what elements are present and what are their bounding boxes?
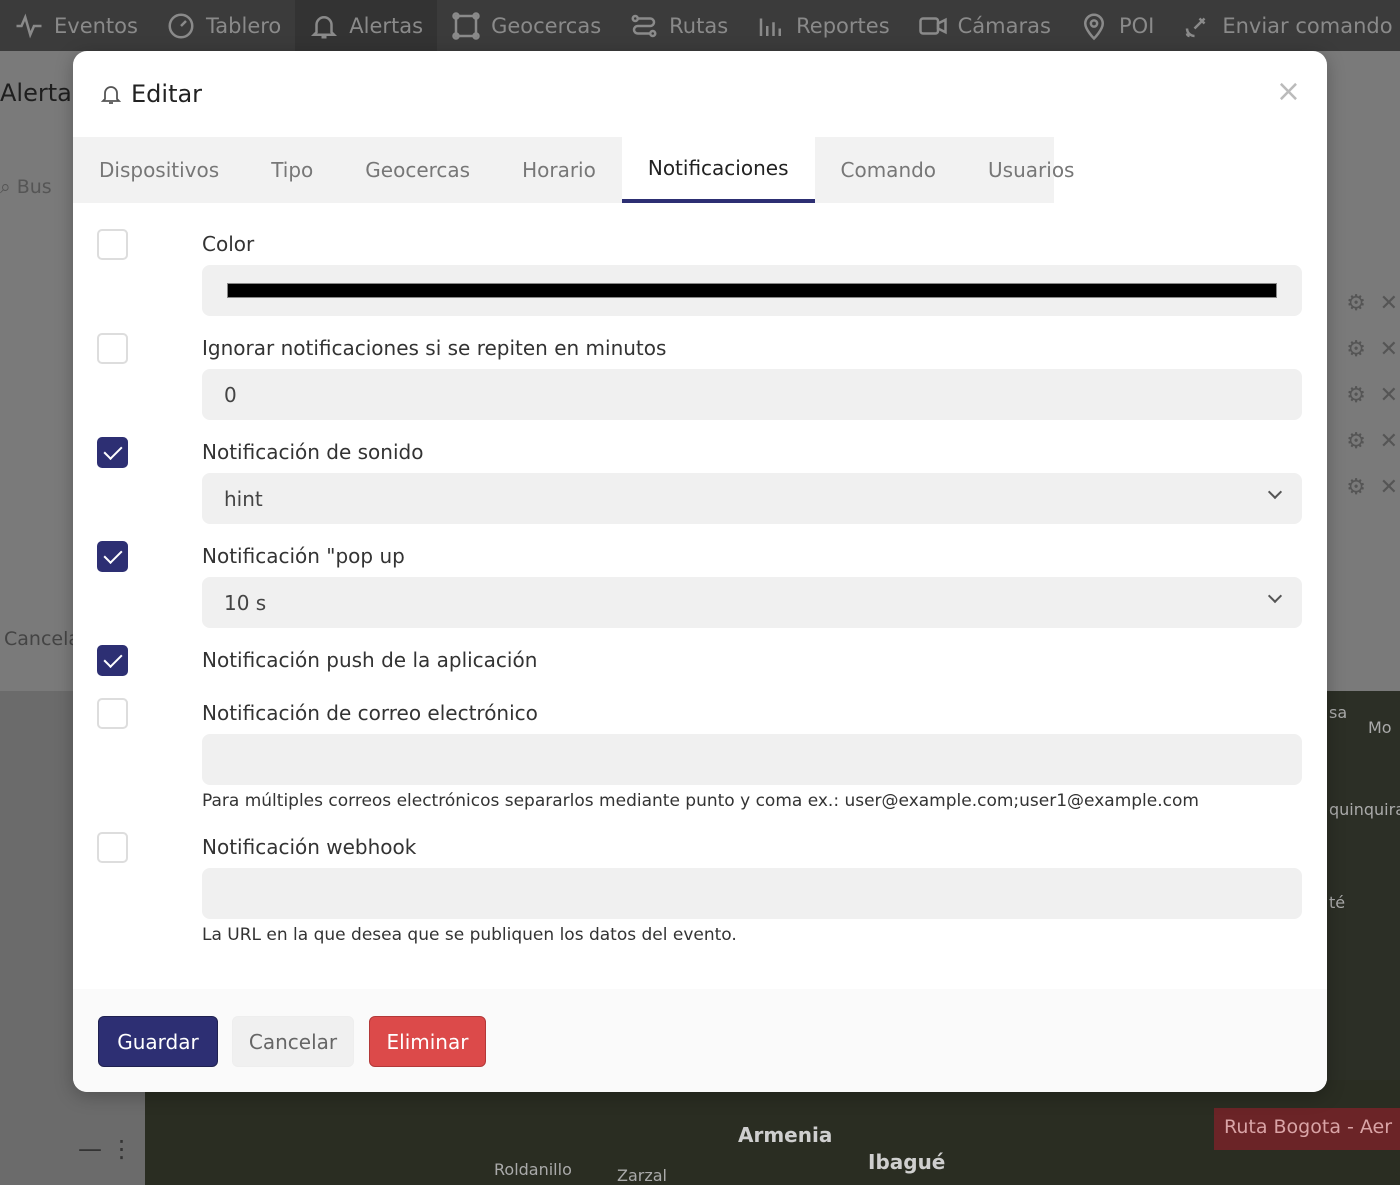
modal-footer: Guardar Cancelar Eliminar [73, 989, 1327, 1092]
map-label: Ibagué [868, 1150, 946, 1174]
close-icon[interactable]: ✕ [1380, 475, 1398, 500]
gear-icon[interactable]: ⚙ [1346, 337, 1366, 362]
gear-icon[interactable]: ⚙ [1346, 383, 1366, 408]
alerts-panel-title: Alerta [0, 79, 72, 107]
route-chip[interactable]: Ruta Bogota - Aer [1214, 1108, 1400, 1150]
push-checkbox[interactable] [97, 645, 128, 676]
route-icon [631, 14, 657, 37]
webhook-help-text: La URL en la que desea que se publiquen … [202, 925, 737, 945]
popup-checkbox[interactable] [97, 541, 128, 572]
edit-alert-modal: Editar × Dispositivos Tipo Geocercas Hor… [73, 51, 1327, 1092]
map-label: Mo [1368, 718, 1392, 737]
map-label: Zarzal [617, 1166, 667, 1185]
alerts-panel-cancel[interactable]: Cancela [4, 628, 80, 650]
email-input[interactable] [202, 734, 1302, 785]
push-label: Notificación push de la aplicación [202, 648, 538, 672]
sound-checkbox[interactable] [97, 437, 128, 468]
nav-item-geocercas[interactable]: Geocercas [437, 0, 615, 51]
email-label: Notificación de correo electrónico [202, 701, 538, 725]
modal-title: Editar [131, 80, 203, 108]
top-navigation: Eventos Tablero Alertas Geocercas Rutas … [0, 0, 1400, 51]
gear-icon[interactable]: ⚙ [1346, 429, 1366, 454]
map-pin-icon [1083, 13, 1104, 40]
camera-icon [918, 16, 947, 35]
gauge-icon [168, 13, 194, 38]
email-help-text: Para múltiples correos electrónicos sepa… [202, 791, 1199, 811]
popup-label: Notificación "pop up [202, 544, 405, 568]
tab-geocercas[interactable]: Geocercas [339, 137, 496, 203]
tab-comando[interactable]: Comando [815, 137, 963, 203]
save-button[interactable]: Guardar [98, 1016, 218, 1067]
search-icon: ⌕ [0, 176, 11, 198]
close-icon[interactable]: ✕ [1380, 383, 1398, 408]
modal-header: Editar × [73, 51, 1327, 137]
webhook-checkbox[interactable] [97, 832, 128, 863]
map-label: Armenia [738, 1123, 833, 1147]
modal-tabs: Dispositivos Tipo Geocercas Horario Noti… [73, 137, 1074, 203]
webhook-input[interactable] [202, 868, 1302, 919]
ignore-repeat-input[interactable]: 0 [202, 369, 1302, 420]
map-label: sa [1329, 703, 1348, 722]
popup-duration-select[interactable]: 10 s [202, 577, 1302, 628]
tab-notificaciones[interactable]: Notificaciones [621, 137, 815, 203]
color-swatch [227, 283, 1277, 298]
sound-select[interactable]: hint [202, 473, 1302, 524]
bell-icon [100, 86, 122, 104]
map-label: quinquira [1329, 800, 1400, 819]
bell-icon [311, 15, 338, 38]
bar-chart-icon [759, 18, 782, 36]
satellite-icon [1186, 17, 1206, 37]
nav-item-camaras[interactable]: Cámaras [904, 0, 1065, 51]
tab-tipo[interactable]: Tipo [245, 137, 339, 203]
ignore-repeat-checkbox[interactable] [97, 333, 128, 364]
delete-button[interactable]: Eliminar [369, 1016, 486, 1067]
gear-icon[interactable]: ⚙ [1346, 291, 1366, 316]
map-label: té [1329, 893, 1346, 912]
nav-item-alertas[interactable]: Alertas [295, 0, 438, 51]
popup-select-value: 10 s [224, 590, 267, 615]
close-icon[interactable]: ✕ [1380, 291, 1398, 316]
map-label: Roldanillo [494, 1160, 572, 1179]
chevron-down-icon [1267, 588, 1283, 604]
sound-label: Notificación de sonido [202, 440, 424, 464]
activity-icon [16, 13, 42, 38]
nav-item-reportes[interactable]: Reportes [742, 0, 903, 51]
cancel-button[interactable]: Cancelar [232, 1016, 354, 1067]
polygon-icon [452, 11, 480, 40]
gear-icon[interactable]: ⚙ [1346, 475, 1366, 500]
tab-usuarios[interactable]: Usuarios [962, 137, 1100, 203]
close-icon[interactable]: ✕ [1380, 429, 1398, 454]
alerts-search[interactable]: ⌕ Bus [0, 176, 52, 198]
color-label: Color [202, 232, 255, 256]
chevron-down-icon [1267, 484, 1283, 500]
close-icon[interactable]: ✕ [1380, 337, 1398, 362]
ignore-repeat-label: Ignorar notificaciones si se repiten en … [202, 336, 667, 360]
close-icon[interactable]: × [1276, 77, 1301, 107]
nav-item-poi[interactable]: POI [1065, 0, 1168, 51]
email-checkbox[interactable] [97, 698, 128, 729]
map-controls[interactable]: — ⋮ [78, 1135, 134, 1163]
webhook-label: Notificación webhook [202, 835, 417, 859]
color-picker[interactable] [202, 265, 1302, 316]
nav-item-eventos[interactable]: Eventos [0, 0, 152, 51]
sound-select-value: hint [224, 486, 263, 511]
nav-item-rutas[interactable]: Rutas [615, 0, 742, 51]
tab-dispositivos[interactable]: Dispositivos [73, 137, 245, 203]
color-checkbox[interactable] [97, 229, 128, 260]
nav-item-tablero[interactable]: Tablero [152, 0, 295, 51]
nav-item-enviar-comando[interactable]: Enviar comando [1168, 0, 1400, 51]
tab-horario[interactable]: Horario [496, 137, 622, 203]
